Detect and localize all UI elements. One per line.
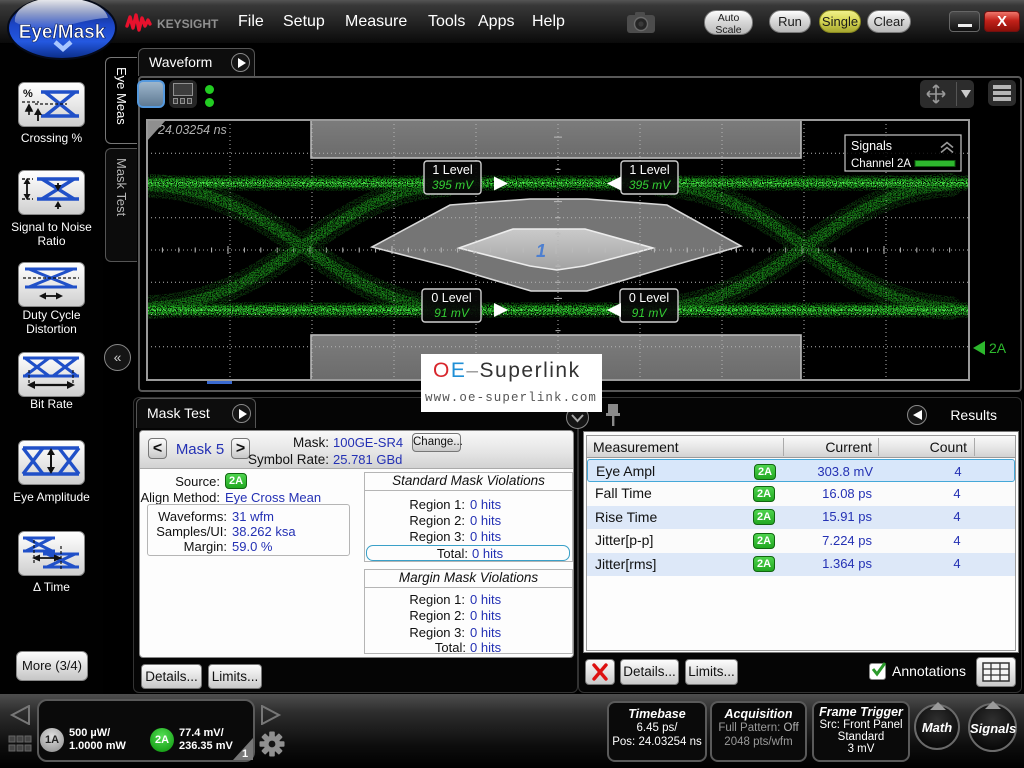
svg-text:91 mV: 91 mV <box>632 306 668 320</box>
svg-text:0 Level: 0 Level <box>629 291 669 305</box>
svg-text:0 Level: 0 Level <box>431 291 471 305</box>
svg-text:KEYSIGHT: KEYSIGHT <box>157 17 219 31</box>
svg-text:395 mV: 395 mV <box>629 178 671 192</box>
svg-text:Signals: Signals <box>851 139 892 153</box>
svg-text:1: 1 <box>242 748 248 760</box>
svg-text:Channel 2A: Channel 2A <box>851 158 911 170</box>
svg-text:Eye/Mask: Eye/Mask <box>19 22 106 43</box>
svg-text:24.03254 ns: 24.03254 ns <box>157 123 227 137</box>
svg-text:395 mV: 395 mV <box>432 178 474 192</box>
svg-text:%: % <box>23 88 33 100</box>
svg-text:91 mV: 91 mV <box>434 306 470 320</box>
svg-text:1 Level: 1 Level <box>629 163 669 177</box>
svg-text:1 Level: 1 Level <box>432 163 472 177</box>
svg-text:1: 1 <box>536 241 546 261</box>
